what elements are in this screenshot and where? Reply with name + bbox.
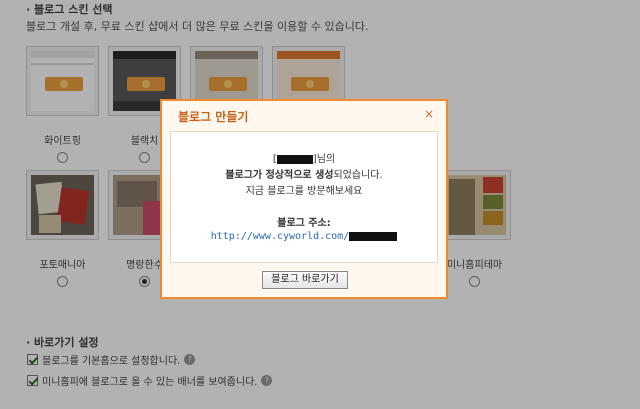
blog-created-dialog: 블로그 만들기 × []님의 블로그가 정상적으로 생성되었습니다. 지금 블로…	[160, 99, 448, 299]
visit-prompt: 지금 블로그를 방문해보세요	[245, 186, 363, 197]
success-message: 블로그가 정상적으로 생성되었습니다.	[225, 170, 383, 181]
redacted-username	[276, 154, 313, 164]
dialog-title: 블로그 만들기	[178, 110, 249, 124]
close-icon[interactable]: ×	[424, 107, 434, 121]
blog-address[interactable]: http://www.cyworld.com/	[171, 231, 437, 242]
user-line: []님의	[272, 154, 336, 165]
go-to-blog-button[interactable]: 블로그 바로가기	[262, 271, 348, 289]
blog-url-link[interactable]: http://www.cyworld.com/	[211, 231, 349, 242]
redacted-blog-id	[349, 231, 398, 241]
dialog-message-box: []님의 블로그가 정상적으로 생성되었습니다. 지금 블로그를 방문해보세요 …	[170, 131, 438, 263]
address-label: 블로그 주소:	[277, 218, 331, 229]
